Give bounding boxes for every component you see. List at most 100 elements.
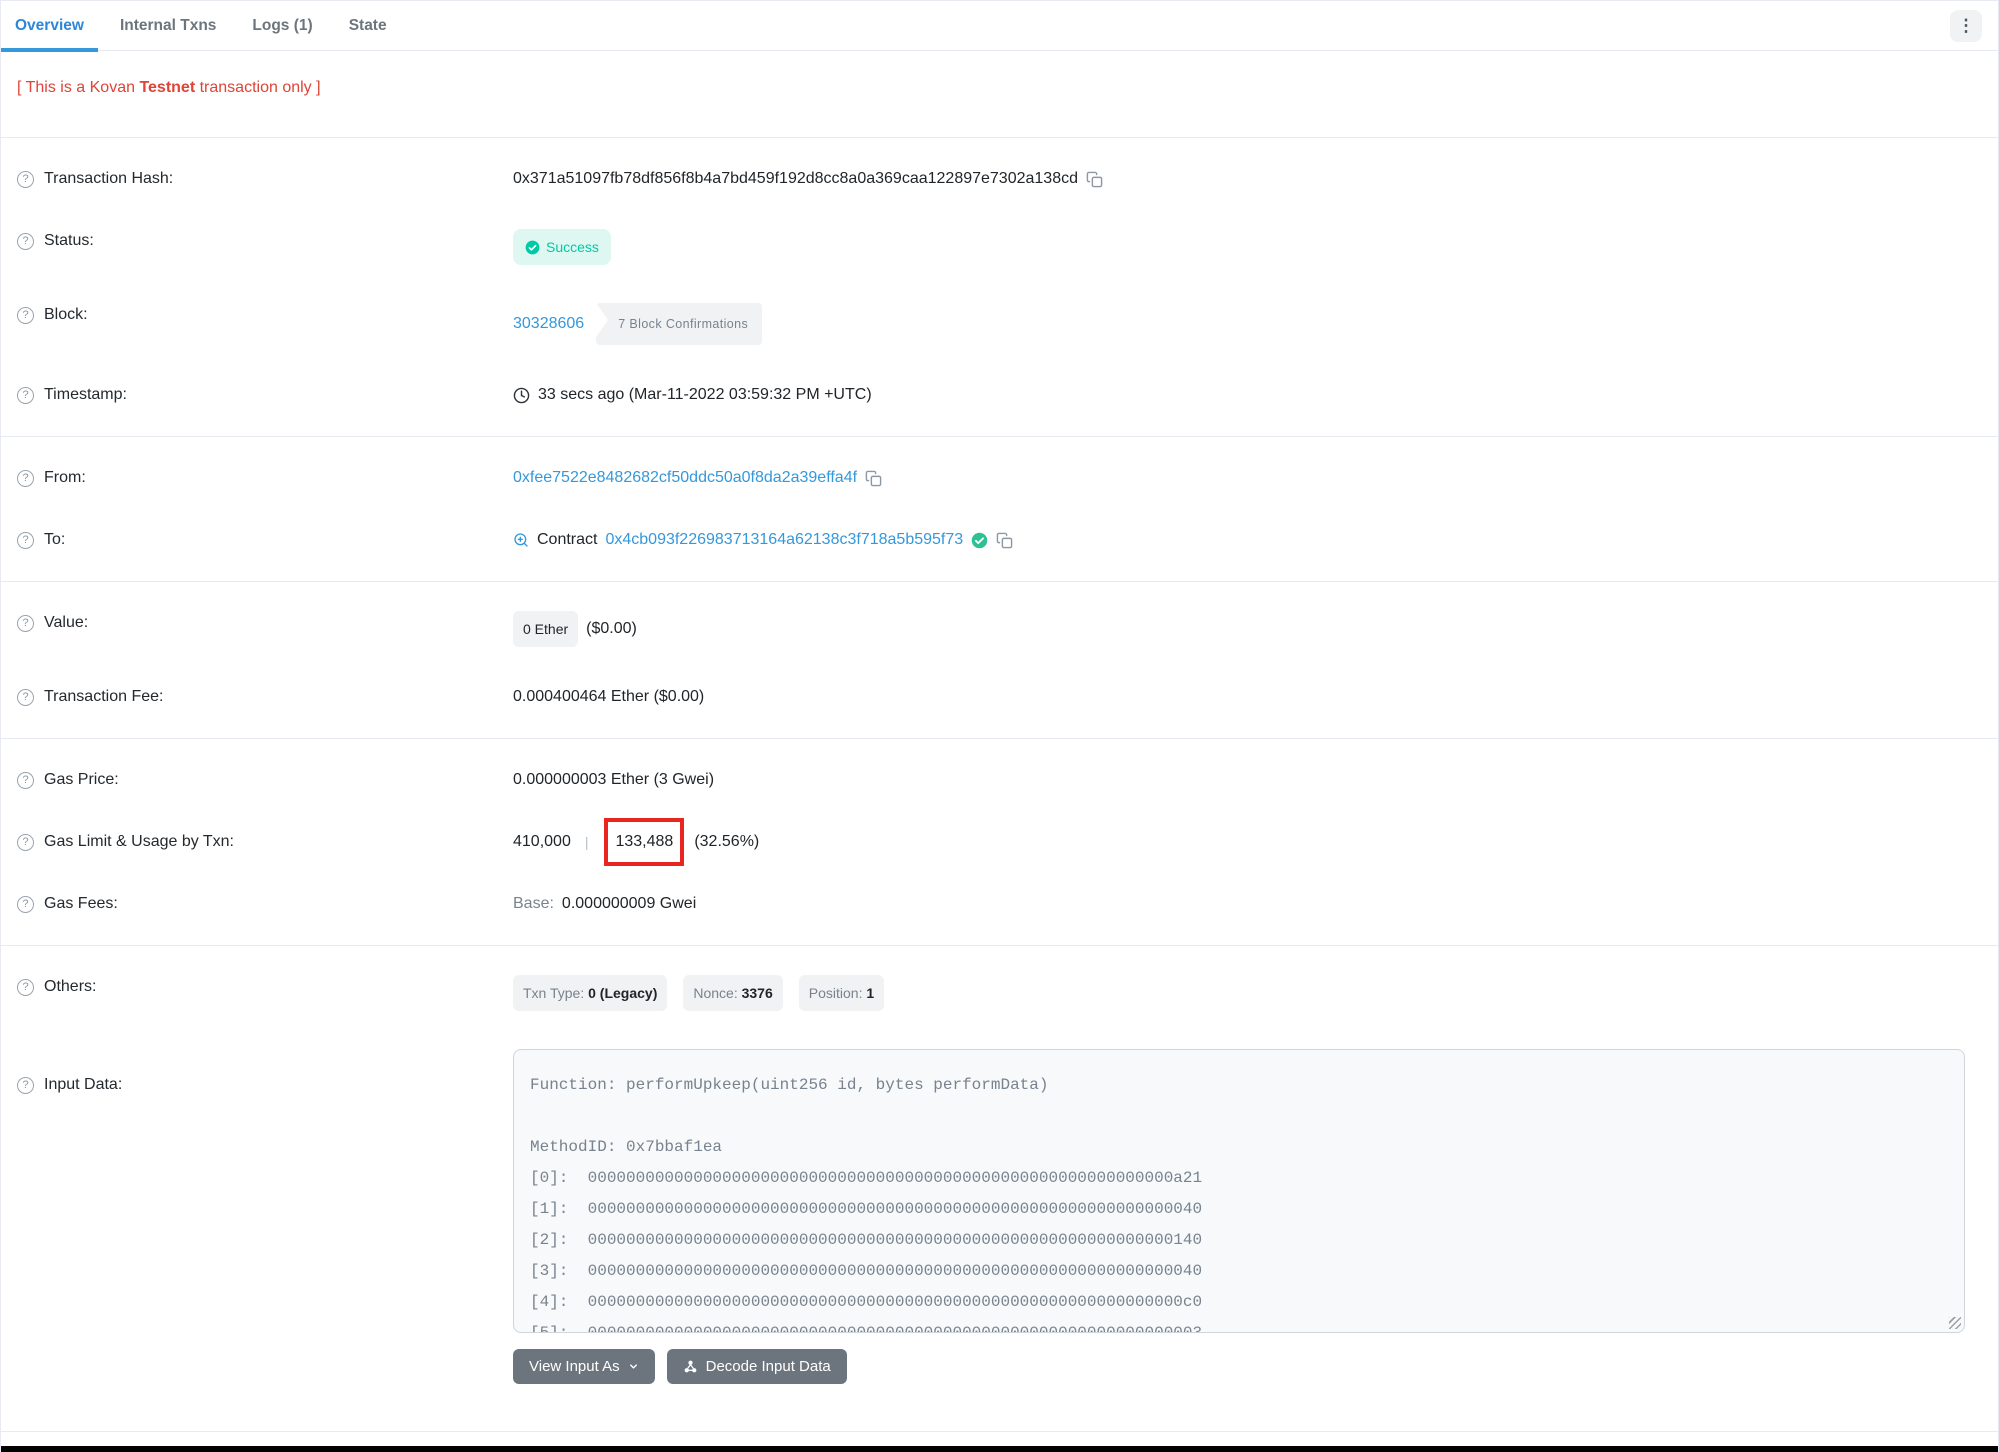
- help-icon[interactable]: ?: [17, 232, 34, 250]
- position-badge: Position: 1: [798, 975, 885, 1011]
- row-block: ? Block: 30328606 7 Block Confirmations: [1, 284, 1998, 364]
- row-label-group: ? Gas Price:: [17, 768, 513, 792]
- gas-used-percent: (32.56%): [694, 833, 760, 850]
- help-icon[interactable]: ?: [17, 170, 34, 188]
- block-confirmations-badge: 7 Block Confirmations: [596, 303, 763, 345]
- row-value: Txn Type: 0 (Legacy) Nonce: 3376 Positio…: [513, 975, 1982, 1011]
- row-label-group: ? Block:: [17, 303, 513, 327]
- input-data-box[interactable]: Function: performUpkeep(uint256 id, byte…: [513, 1049, 1965, 1333]
- divider: [1, 137, 1998, 138]
- tab-bar: Overview Internal Txns Logs (1) State ⋮: [1, 1, 1998, 52]
- row-value: Success: [513, 229, 1982, 265]
- transaction-hash-value: 0x371a51097fb78df856f8b4a7bd459f192d8cc8…: [513, 170, 1078, 187]
- row-label-group: ? To:: [17, 528, 513, 552]
- row-label-group: ? Timestamp:: [17, 383, 513, 407]
- check-circle-icon: [525, 240, 540, 254]
- view-input-as-label: View Input As: [529, 1358, 620, 1375]
- kebab-icon: ⋮: [1957, 16, 1975, 35]
- row-label-group: ? Gas Fees:: [17, 892, 513, 916]
- help-icon[interactable]: ?: [17, 895, 34, 913]
- nonce-badge-label: Nonce:: [693, 985, 738, 1001]
- help-icon[interactable]: ?: [17, 531, 34, 549]
- gas-used-value: 133,488: [615, 833, 674, 850]
- from-label: From:: [44, 469, 86, 486]
- row-transaction-hash: ? Transaction Hash: 0x371a51097fb78df856…: [1, 148, 1998, 210]
- resize-handle-icon[interactable]: [1949, 1317, 1961, 1329]
- transaction-fee-label: Transaction Fee:: [44, 688, 164, 705]
- tab-internal-txns[interactable]: Internal Txns: [106, 1, 230, 51]
- row-value-amount: ? Value: 0 Ether ($0.00): [1, 592, 1998, 666]
- help-icon[interactable]: ?: [17, 306, 34, 324]
- row-label-group: ? Others:: [17, 975, 513, 999]
- txn-type-badge: Txn Type: 0 (Legacy): [513, 975, 668, 1011]
- tab-overview[interactable]: Overview: [1, 1, 98, 52]
- row-gas-fees: ? Gas Fees: Base: 0.000000009 Gwei: [1, 873, 1998, 935]
- block-label: Block:: [44, 306, 88, 323]
- help-icon[interactable]: ?: [17, 469, 34, 487]
- decode-input-data-button[interactable]: Decode Input Data: [666, 1349, 847, 1384]
- row-label-group: ? From:: [17, 466, 513, 490]
- input-data-label: Input Data:: [44, 1076, 123, 1093]
- row-gas-price: ? Gas Price: 0.000000003 Ether (3 Gwei): [1, 749, 1998, 811]
- view-input-as-button[interactable]: View Input As: [513, 1349, 655, 1384]
- txn-type-badge-label: Txn Type:: [523, 985, 585, 1001]
- transaction-fee-value: 0.000400464 Ether ($0.00): [513, 688, 705, 705]
- gas-fees-base-label: Base:: [513, 895, 554, 912]
- help-icon[interactable]: ?: [17, 978, 34, 996]
- copy-button[interactable]: [1086, 171, 1103, 188]
- to-contract-prefix: Contract: [537, 531, 598, 548]
- block-number-link[interactable]: 30328606: [513, 312, 584, 336]
- copy-icon: [996, 532, 1013, 548]
- row-value: 410,000 | 133,488 (32.56%): [513, 818, 1982, 866]
- help-icon[interactable]: ?: [17, 1076, 34, 1094]
- help-icon[interactable]: ?: [17, 771, 34, 789]
- divider: [1, 436, 1998, 437]
- from-address-link[interactable]: 0xfee7522e8482682cf50ddc50a0f8da2a39effa…: [513, 466, 857, 490]
- bottom-edge-bar: [1, 1446, 1998, 1452]
- row-value: 0x371a51097fb78df856f8b4a7bd459f192d8cc8…: [513, 167, 1982, 191]
- help-icon[interactable]: ?: [17, 688, 34, 706]
- nonce-badge: Nonce: 3376: [683, 975, 783, 1011]
- testnet-warning-prefix: [ This is a Kovan: [17, 79, 140, 96]
- gas-fees-base-value: 0.000000009 Gwei: [561, 895, 697, 912]
- kebab-menu-button[interactable]: ⋮: [1950, 9, 1982, 42]
- row-others: ? Others: Txn Type: 0 (Legacy) Nonce: 33…: [1, 956, 1998, 1030]
- timestamp-label: Timestamp:: [44, 386, 127, 403]
- row-from: ? From: 0xfee7522e8482682cf50ddc50a0f8da…: [1, 447, 1998, 509]
- zoom-in-icon[interactable]: [513, 532, 529, 548]
- tab-state-label: State: [348, 16, 387, 34]
- divider: [1, 945, 1998, 946]
- gas-separator: |: [584, 834, 589, 850]
- copy-button[interactable]: [865, 470, 882, 487]
- row-label-group: ? Input Data:: [17, 1073, 513, 1097]
- row-transaction-fee: ? Transaction Fee: 0.000400464 Ether ($0…: [1, 666, 1998, 728]
- help-icon[interactable]: ?: [17, 386, 34, 404]
- verified-check-icon: [971, 532, 988, 548]
- row-input-data: ? Input Data: Function: performUpkeep(ui…: [1, 1030, 1998, 1403]
- gas-fees-label: Gas Fees:: [44, 895, 118, 912]
- row-label-group: ? Status:: [17, 229, 513, 253]
- row-value: Contract 0x4cb093f226983713164a62138c3f7…: [513, 528, 1982, 552]
- tab-state[interactable]: State: [335, 1, 401, 51]
- help-icon[interactable]: ?: [17, 833, 34, 851]
- row-value: Function: performUpkeep(uint256 id, byte…: [513, 1049, 1982, 1384]
- tab-logs[interactable]: Logs (1): [238, 1, 326, 51]
- help-icon[interactable]: ?: [17, 614, 34, 632]
- row-value: 0.000400464 Ether ($0.00): [513, 685, 1982, 709]
- transaction-details-card: Overview Internal Txns Logs (1) State ⋮ …: [0, 0, 1999, 1452]
- others-label: Others:: [44, 978, 97, 995]
- row-value: 33 secs ago (Mar-11-2022 03:59:32 PM +UT…: [513, 383, 1982, 407]
- decode-input-data-label: Decode Input Data: [705, 1358, 831, 1375]
- clock-icon: [513, 387, 530, 403]
- divider: [1, 738, 1998, 739]
- status-badge: Success: [513, 229, 611, 265]
- copy-button[interactable]: [996, 532, 1013, 549]
- row-label-group: ? Gas Limit & Usage by Txn:: [17, 830, 513, 854]
- to-label: To:: [44, 531, 66, 548]
- tab-internal-txns-label: Internal Txns: [119, 16, 217, 34]
- input-data-content: Function: performUpkeep(uint256 id, byte…: [530, 1076, 1203, 1333]
- transaction-hash-label: Transaction Hash:: [44, 170, 174, 187]
- gas-price-value: 0.000000003 Ether (3 Gwei): [513, 771, 715, 788]
- to-address-link[interactable]: 0x4cb093f226983713164a62138c3f718a5b595f…: [605, 528, 963, 552]
- row-value: 0.000000003 Ether (3 Gwei): [513, 768, 1982, 792]
